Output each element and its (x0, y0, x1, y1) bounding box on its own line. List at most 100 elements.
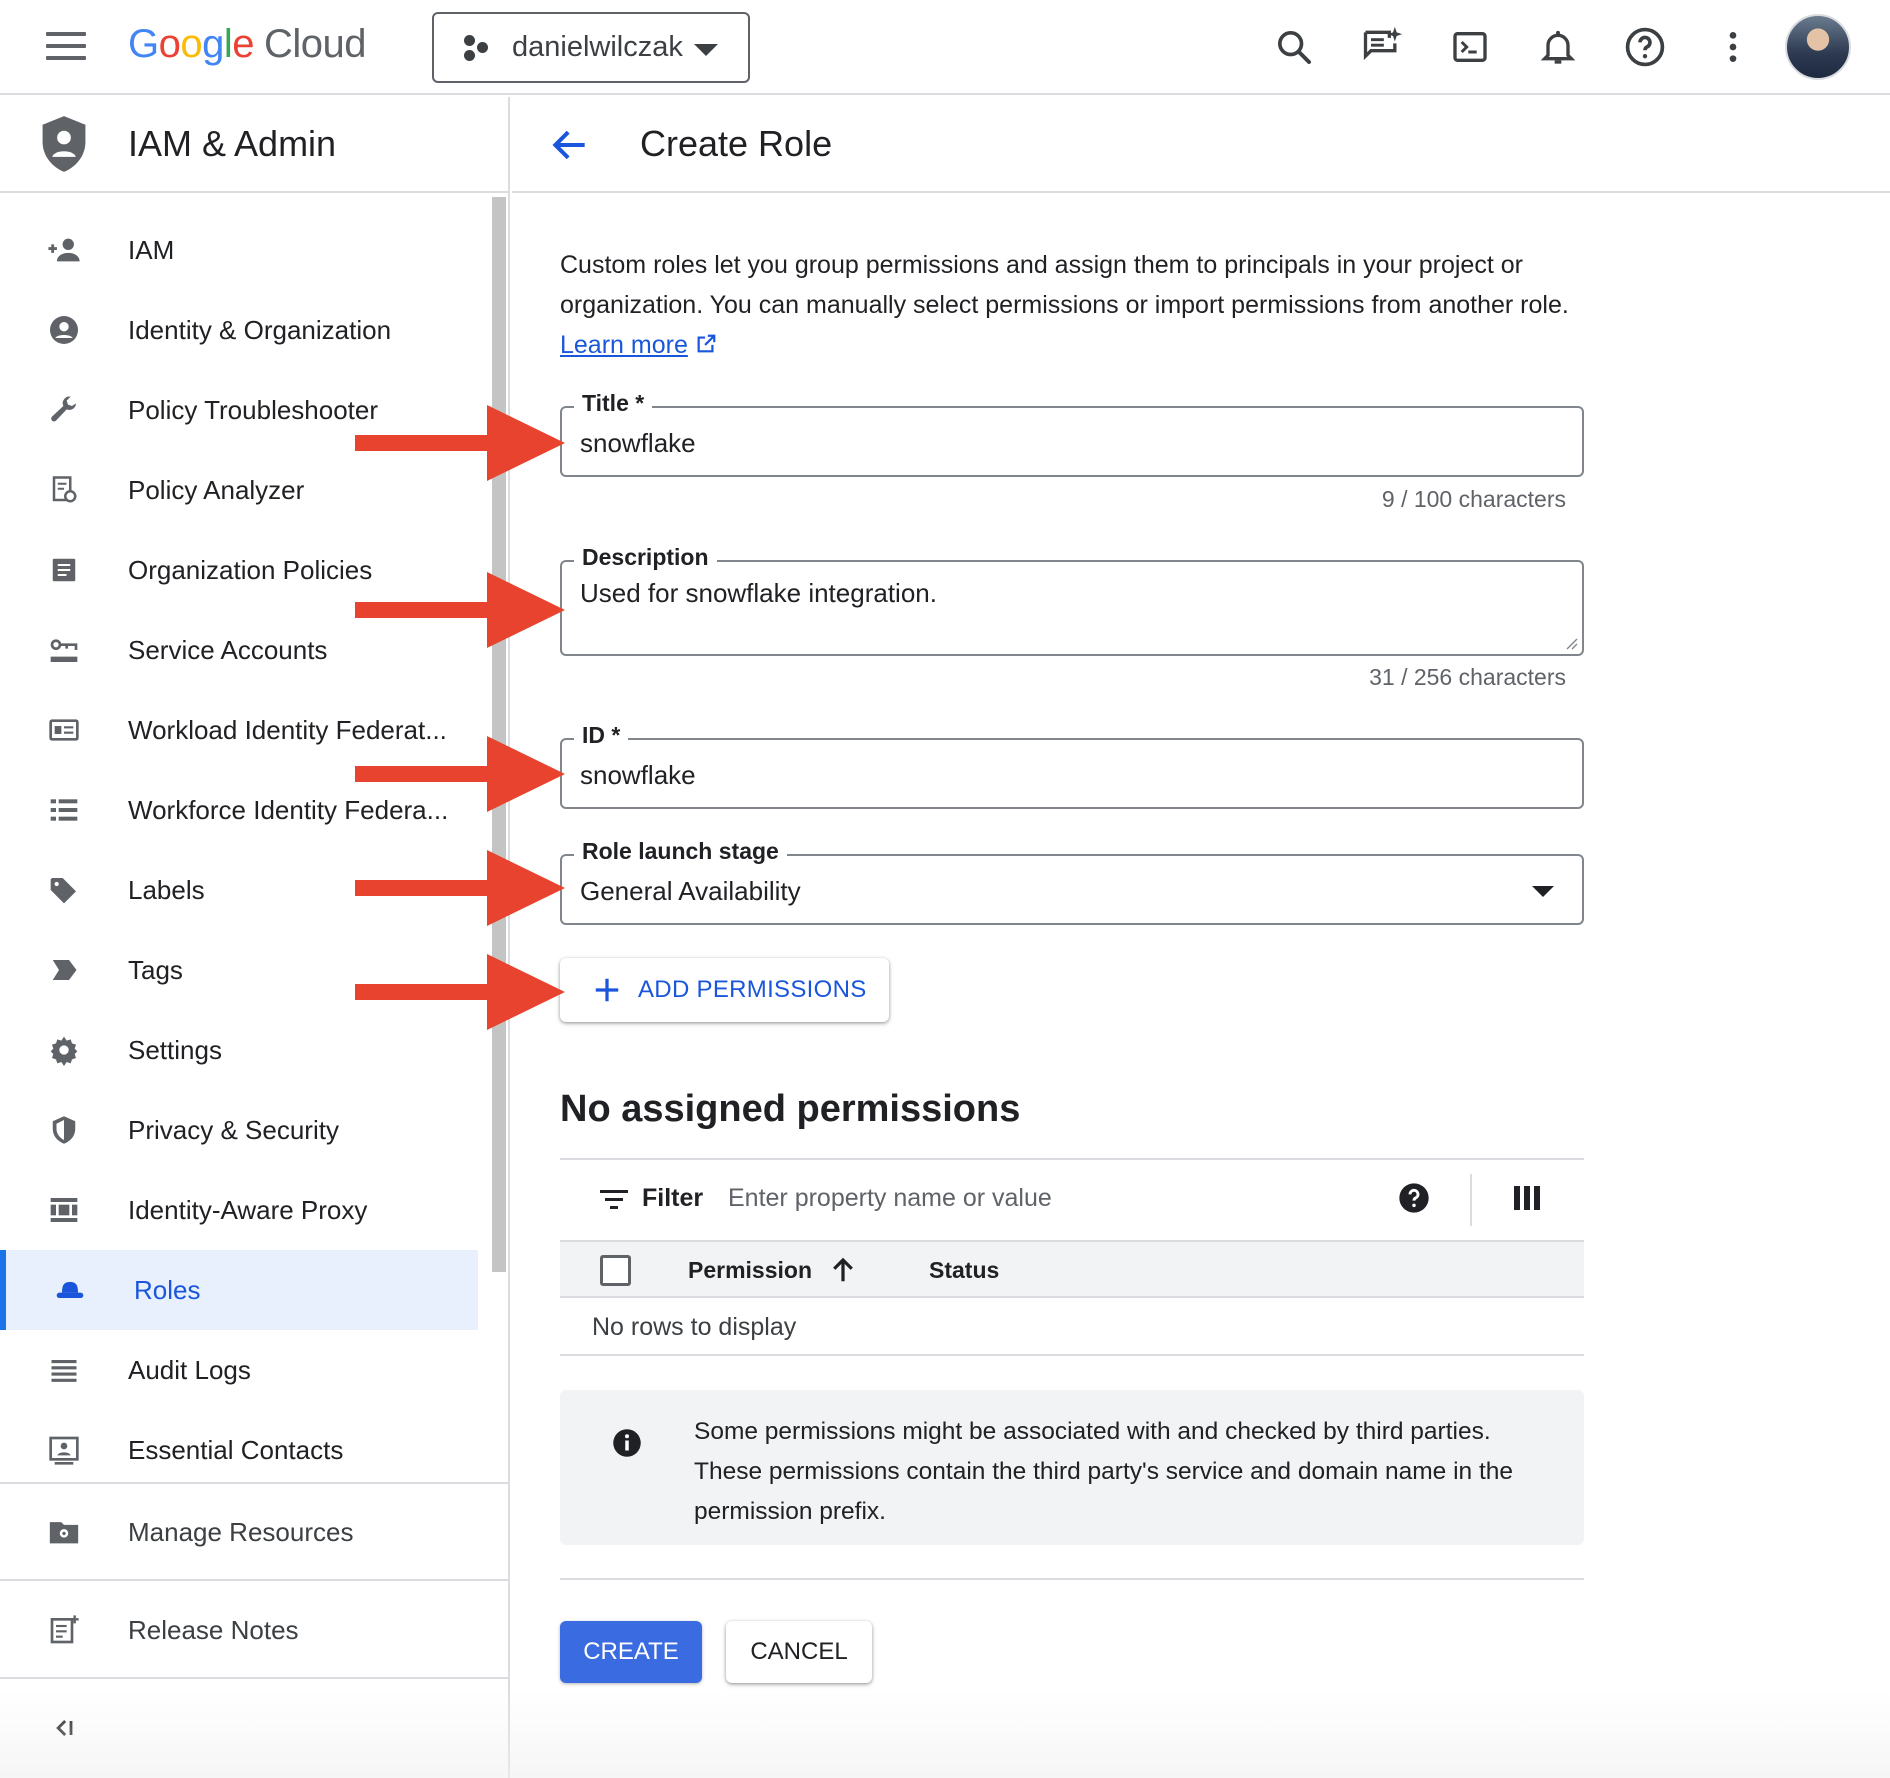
tag-icon (46, 952, 82, 988)
permissions-table: Filter Enter property name or value Perm… (560, 1158, 1584, 1356)
shield-icon (42, 116, 86, 172)
document-icon (46, 552, 82, 588)
divider (0, 1677, 510, 1679)
project-name: danielwilczak (512, 31, 683, 63)
role-launch-stage-label: Role launch stage (574, 838, 787, 865)
annotation-arrow (355, 572, 565, 648)
sidebar-title: IAM & Admin (128, 123, 337, 164)
sidebar-item-identity-aware-proxy[interactable]: Identity-Aware Proxy (0, 1170, 478, 1250)
gemini-chat-icon[interactable] (1357, 22, 1407, 72)
gear-icon (46, 1032, 82, 1068)
annotation-arrow (355, 954, 565, 1030)
folder-settings-icon (46, 1514, 82, 1550)
resize-handle-icon[interactable] (1562, 634, 1578, 650)
filter-icon (600, 1190, 628, 1209)
divider (560, 1578, 1584, 1580)
page-title: Create Role (640, 123, 833, 164)
search-icon[interactable] (1269, 22, 1319, 72)
google-cloud-logo[interactable]: Google Cloud (128, 22, 367, 67)
contact-card-icon (46, 1432, 82, 1468)
shield-icon (46, 1112, 82, 1148)
sidebar-item-privacy-security[interactable]: Privacy & Security (0, 1090, 478, 1170)
workload-identity-icon (46, 712, 82, 748)
help-icon[interactable] (1620, 22, 1670, 72)
learn-more-link[interactable]: Learn more (560, 331, 688, 359)
sidebar-item-essential-contacts[interactable]: Essential Contacts (0, 1410, 478, 1490)
sort-arrow-up-icon[interactable] (828, 1254, 858, 1286)
column-display-icon[interactable] (1514, 1186, 1540, 1210)
sidebar-item-identity-organization[interactable]: Identity & Organization (0, 290, 478, 370)
person-add-icon (46, 232, 82, 268)
lines-icon (46, 1352, 82, 1388)
annotation-arrow (355, 405, 565, 481)
table-header-row: Permission Status (560, 1240, 1584, 1298)
description-char-counter: 31 / 256 characters (1369, 664, 1566, 690)
plus-icon (595, 978, 619, 1002)
chevron-down-icon (1532, 886, 1554, 897)
title-char-counter: 9 / 100 characters (1381, 486, 1566, 512)
sidebar-item-release-notes[interactable]: Release Notes (0, 1590, 478, 1670)
column-header-status[interactable]: Status (929, 1257, 999, 1284)
role-launch-stage-select[interactable]: Role launch stage General Availability (560, 838, 1584, 925)
no-permissions-heading: No assigned permissions (560, 1088, 1021, 1130)
sidebar-scrollbar[interactable] (492, 197, 506, 1272)
proxy-icon (46, 1192, 82, 1228)
release-notes-icon (46, 1612, 82, 1648)
label-icon (46, 872, 82, 908)
title-field-value[interactable]: snowflake (580, 428, 696, 459)
page-header: Create Role (512, 97, 1890, 193)
policy-analyzer-icon (46, 472, 82, 508)
service-account-icon (46, 632, 82, 668)
external-link-icon (697, 334, 716, 353)
account-circle-icon (46, 312, 82, 348)
third-party-info-box: Some permissions might be associated wit… (560, 1390, 1584, 1545)
table-empty-row: No rows to display (560, 1298, 1584, 1356)
sidebar-item-audit-logs[interactable]: Audit Logs (0, 1330, 478, 1410)
divider (0, 1482, 510, 1484)
help-icon[interactable] (1398, 1182, 1430, 1214)
filter-input[interactable]: Enter property name or value (728, 1184, 1052, 1213)
sidebar-header: IAM & Admin (0, 97, 508, 193)
chevron-down-icon (694, 44, 718, 56)
back-arrow-icon[interactable] (548, 123, 592, 167)
cancel-button[interactable]: CANCEL (726, 1621, 872, 1683)
intro-text: Custom roles let you group permissions a… (560, 251, 1569, 359)
list-icon (46, 792, 82, 828)
cloud-shell-icon[interactable] (1445, 22, 1495, 72)
menu-icon[interactable] (46, 32, 86, 62)
info-icon (613, 1429, 641, 1457)
top-app-bar: Google Cloud danielwilczak (0, 0, 1890, 95)
divider (1470, 1174, 1472, 1226)
more-vert-icon[interactable] (1708, 22, 1758, 72)
notifications-icon[interactable] (1533, 22, 1583, 72)
add-permissions-button[interactable]: ADD PERMISSIONS (560, 958, 889, 1022)
info-text: Some permissions might be associated wit… (694, 1418, 1514, 1525)
annotation-arrow (355, 850, 565, 926)
sidebar: IAM & Admin IAM Identity & Organization … (0, 97, 510, 1778)
project-picker[interactable]: danielwilczak (432, 12, 750, 83)
description-field[interactable]: Description Used for snowflake integrati… (560, 544, 1584, 656)
filter-label: Filter (642, 1184, 704, 1212)
id-field-label: ID * (574, 722, 629, 749)
description-field-label: Description (574, 544, 717, 571)
sidebar-item-iam[interactable]: IAM (0, 210, 478, 290)
divider (0, 1579, 510, 1581)
collapse-sidebar-icon[interactable] (50, 1714, 78, 1742)
annotation-arrow (355, 736, 565, 812)
sidebar-item-roles[interactable]: Roles (0, 1250, 478, 1330)
description-field-value[interactable]: Used for snowflake integration. (580, 578, 937, 609)
id-field-value[interactable]: snowflake (580, 760, 696, 791)
role-launch-stage-value: General Availability (580, 876, 801, 906)
create-button[interactable]: CREATE (560, 1621, 702, 1683)
column-header-permission[interactable]: Permission (688, 1257, 812, 1284)
select-all-checkbox[interactable] (600, 1255, 631, 1286)
title-field[interactable]: Title * snowflake (560, 390, 1584, 477)
sidebar-item-manage-resources[interactable]: Manage Resources (0, 1492, 478, 1572)
avatar[interactable] (1785, 14, 1851, 80)
project-icon (462, 32, 494, 64)
wrench-icon (46, 392, 82, 428)
filter-bar: Filter Enter property name or value (560, 1160, 1584, 1240)
title-field-label: Title * (574, 390, 653, 417)
hat-icon (52, 1272, 88, 1308)
id-field[interactable]: ID * snowflake (560, 722, 1584, 809)
